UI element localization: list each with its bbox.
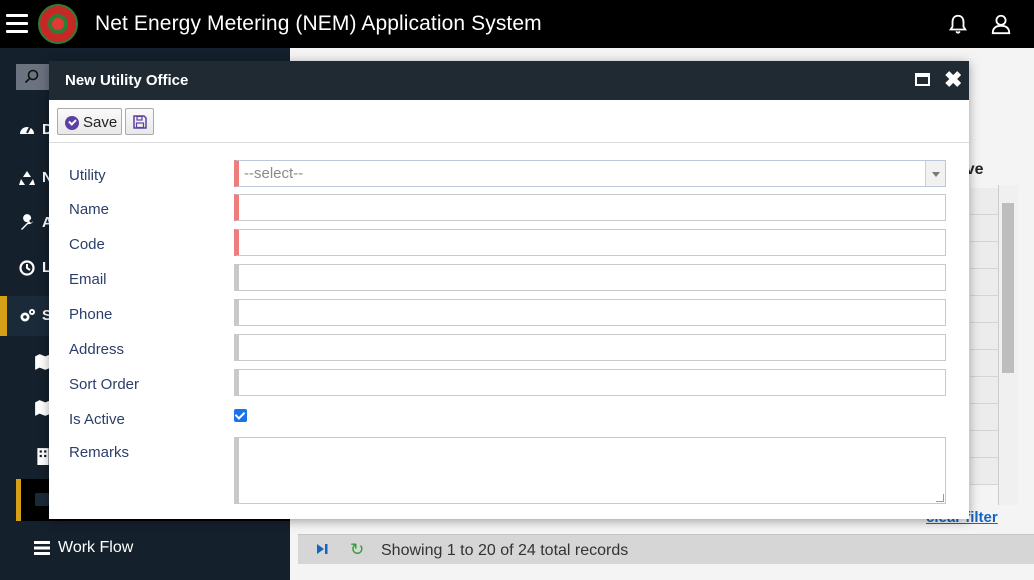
utility-label: Utility — [69, 167, 106, 184]
is-active-label: Is Active — [69, 411, 125, 428]
utility-select[interactable]: --select-- — [234, 160, 946, 187]
sidebar-item-label: Work Flow — [58, 539, 134, 556]
user-icon[interactable] — [990, 13, 1012, 35]
code-input[interactable] — [234, 229, 946, 256]
office-icon — [35, 493, 49, 506]
refresh-icon[interactable]: ↻ — [350, 540, 364, 560]
scrollbar-thumb[interactable] — [1002, 203, 1014, 373]
pager-status: Showing 1 to 20 of 24 total records — [381, 542, 629, 559]
menu-icon[interactable] — [6, 14, 28, 33]
code-label: Code — [69, 236, 105, 253]
grid-scrollbar[interactable] — [998, 185, 1018, 505]
maximize-icon[interactable] — [915, 73, 930, 86]
floppy-disk-icon — [133, 115, 147, 129]
dialog-title: New Utility Office — [65, 72, 189, 89]
address-label: Address — [69, 341, 125, 358]
wrench-icon — [21, 214, 33, 230]
close-icon[interactable]: ✖ — [944, 69, 962, 91]
remarks-textarea[interactable] — [234, 437, 946, 504]
utility-select-placeholder: --select-- — [244, 165, 304, 182]
dialog-header[interactable]: New Utility Office ✖ — [49, 61, 969, 100]
phone-input[interactable] — [234, 299, 946, 326]
last-page-icon[interactable] — [316, 543, 328, 555]
remarks-label: Remarks — [69, 444, 130, 461]
email-input[interactable] — [234, 264, 946, 291]
phone-label: Phone — [69, 306, 113, 323]
list-icon — [34, 541, 50, 555]
save-button[interactable]: Save — [57, 108, 122, 135]
is-active-checkbox[interactable] — [234, 409, 247, 422]
government-logo — [38, 4, 78, 44]
cogs-icon — [20, 309, 35, 322]
bell-icon[interactable] — [947, 13, 969, 35]
name-input[interactable] — [234, 194, 946, 221]
dialog-toolbar: Save — [49, 100, 969, 143]
chevron-down-icon[interactable] — [925, 161, 945, 186]
dashboard-icon — [20, 126, 34, 134]
sidebar-item-work-flow[interactable]: Work Flow — [0, 528, 290, 568]
history-icon — [19, 260, 35, 276]
sidebar-search[interactable] — [16, 64, 50, 90]
email-label: Email — [69, 271, 107, 288]
resize-handle[interactable] — [936, 494, 944, 502]
top-header: Net Energy Metering (NEM) Application Sy… — [0, 0, 1034, 48]
sort-order-label: Sort Order — [69, 376, 140, 393]
recycle-icon — [19, 171, 35, 185]
address-input[interactable] — [234, 334, 946, 361]
sort-order-input[interactable] — [234, 369, 946, 396]
grid-pager: ↻ Showing 1 to 20 of 24 total records — [298, 534, 1034, 564]
save-button-label: Save — [83, 114, 118, 131]
save-draft-button[interactable] — [125, 108, 154, 135]
app-title: Net Energy Metering (NEM) Application Sy… — [95, 12, 542, 35]
new-utility-office-dialog: New Utility Office ✖ Save Utility --sele… — [49, 61, 969, 519]
check-circle-icon — [65, 116, 79, 130]
search-icon — [24, 69, 39, 84]
name-label: Name — [69, 201, 110, 218]
